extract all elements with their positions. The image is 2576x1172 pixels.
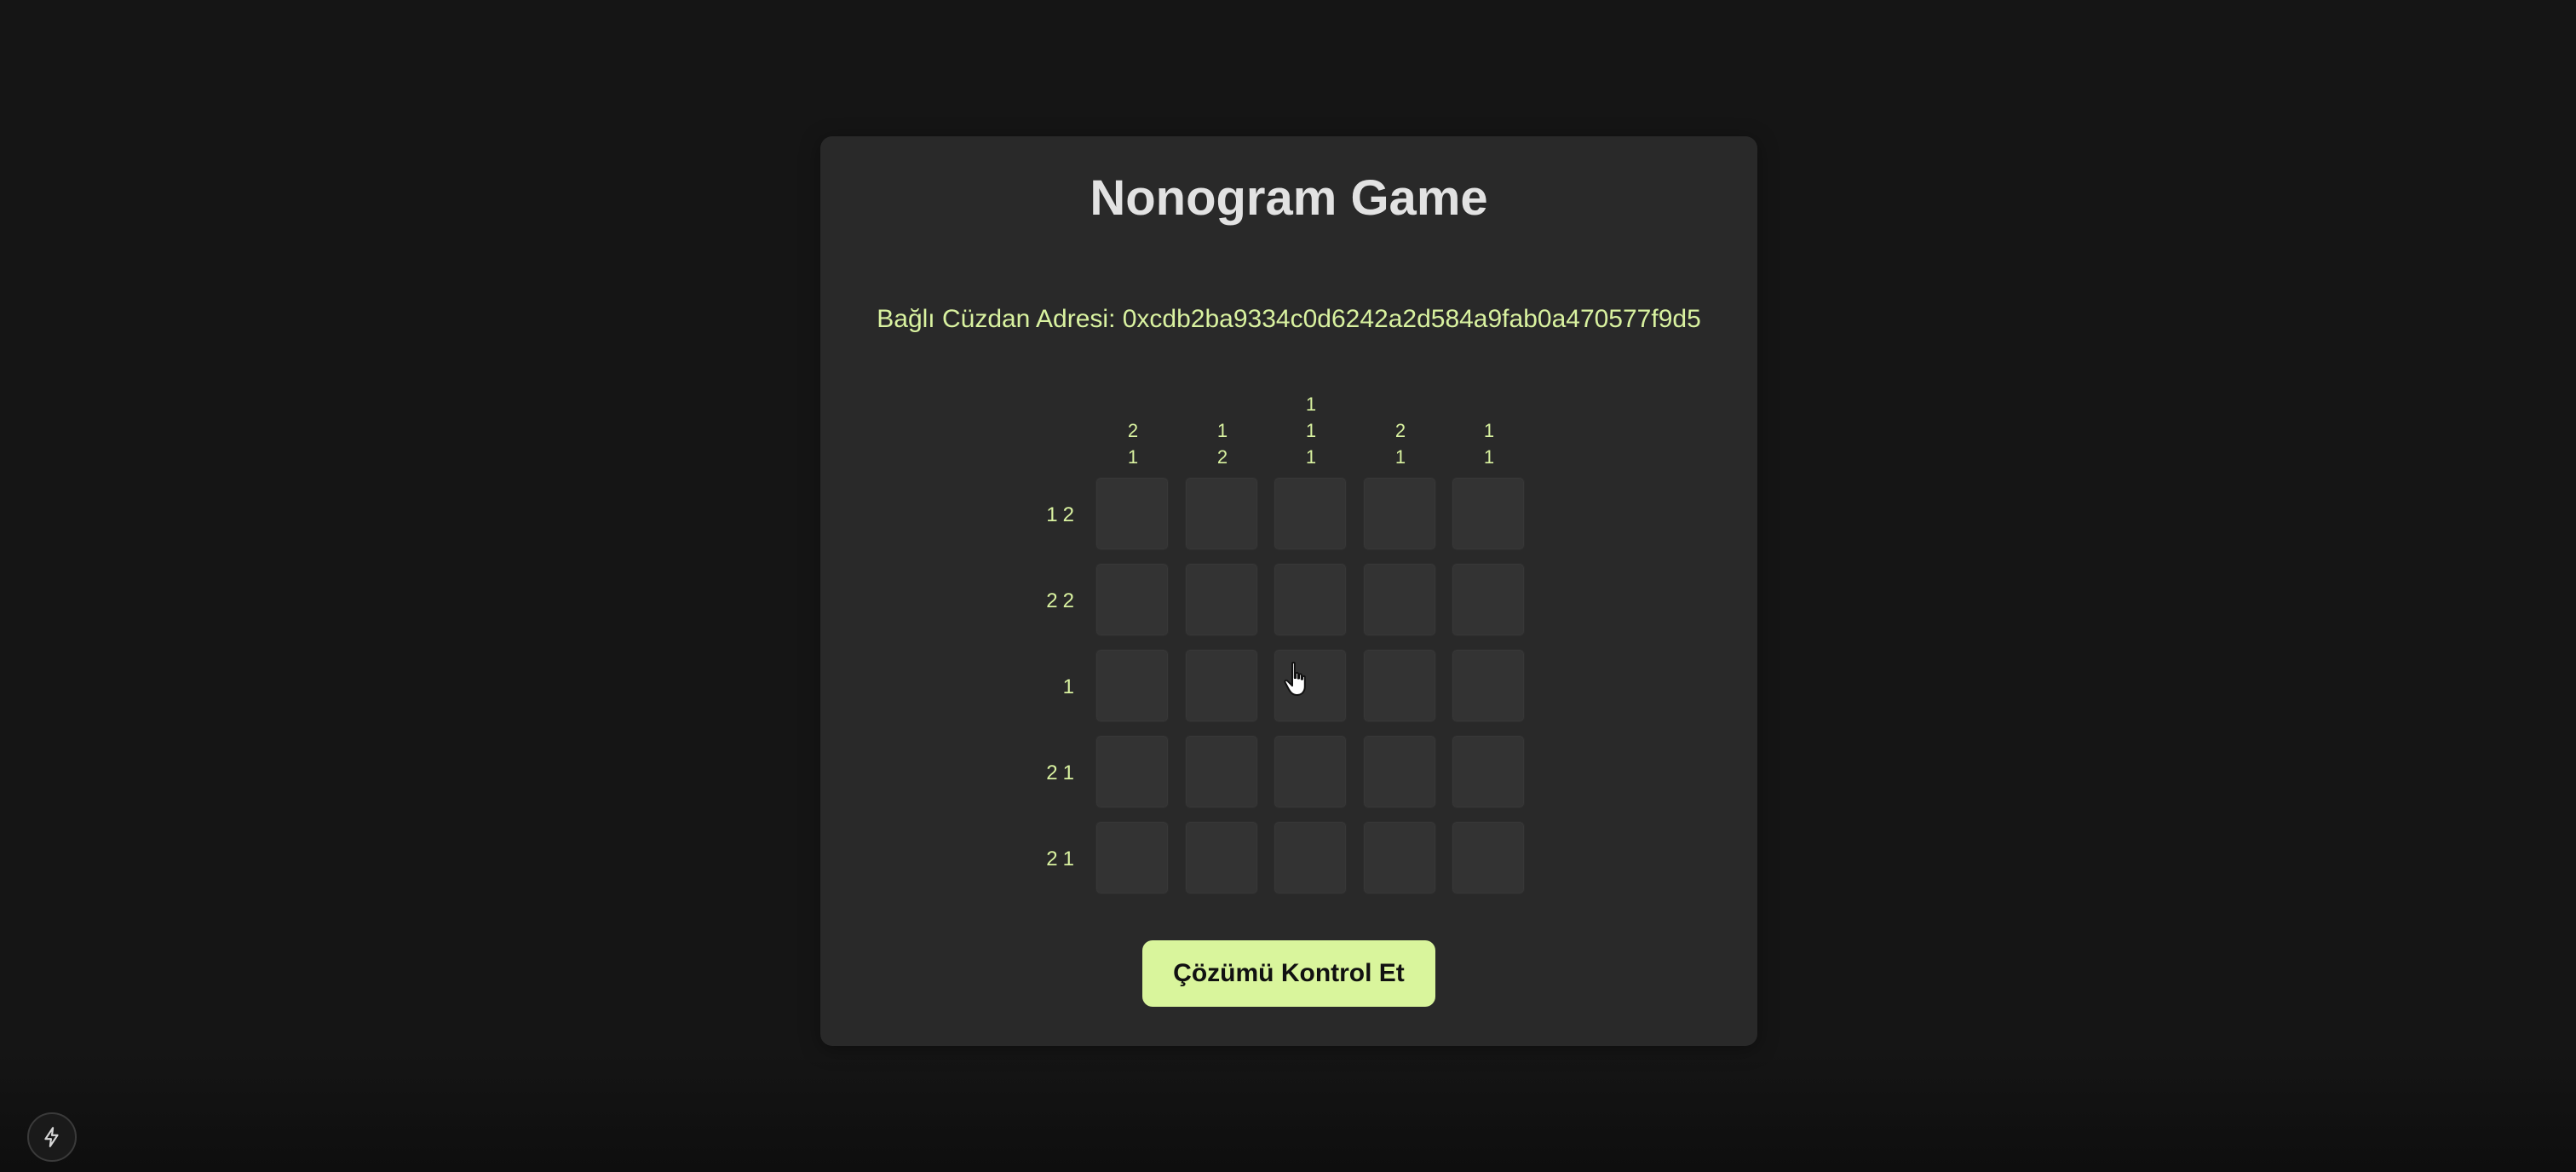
grid-cell[interactable]: [1095, 649, 1169, 722]
grid-cell[interactable]: [1274, 563, 1347, 636]
clue-number: 1: [1483, 446, 1495, 468]
grid-cell[interactable]: [1363, 735, 1436, 808]
lightning-icon: [44, 1127, 59, 1147]
grid-cell[interactable]: [1185, 735, 1258, 808]
clue-number: 2: [1046, 761, 1058, 784]
clue-number: 2: [1046, 847, 1058, 870]
clue-number: 1: [1127, 446, 1139, 468]
grid-cell[interactable]: [1274, 735, 1347, 808]
grid-cell[interactable]: [1452, 477, 1525, 550]
clue-number: 1: [1062, 675, 1074, 698]
grid-cell[interactable]: [1185, 477, 1258, 550]
grid-cell[interactable]: [1095, 735, 1169, 808]
nonogram-board: 21121112111122212121: [820, 136, 1757, 1046]
grid-cell[interactable]: [1452, 821, 1525, 894]
column-clue-1: 21: [1095, 266, 1170, 470]
clue-number: 2: [1127, 420, 1139, 441]
grid-cell[interactable]: [1095, 821, 1169, 894]
column-clue-4: 21: [1363, 266, 1438, 470]
clue-number: 2: [1062, 589, 1074, 612]
clue-number: 1: [1483, 420, 1495, 441]
row-clue-2: 22: [955, 564, 1074, 639]
game-card: Nonogram Game Bağlı Cüzdan Adresi: 0xcdb…: [820, 136, 1757, 1046]
check-solution-button[interactable]: Çözümü Kontrol Et: [1142, 940, 1435, 1007]
grid-cell[interactable]: [1274, 821, 1347, 894]
clue-number: 1: [1046, 503, 1058, 526]
grid-cell[interactable]: [1452, 735, 1525, 808]
clue-number: 2: [1046, 589, 1058, 612]
clue-number: 1: [1305, 394, 1317, 415]
grid-cell[interactable]: [1363, 821, 1436, 894]
clue-number: 1: [1305, 420, 1317, 441]
grid-cell[interactable]: [1452, 563, 1525, 636]
clue-number: 1: [1305, 446, 1317, 468]
column-clue-3: 1 1 1: [1274, 266, 1348, 470]
clue-number: 2: [1394, 420, 1406, 441]
grid-cell[interactable]: [1185, 649, 1258, 722]
clue-number: 1: [1394, 446, 1406, 468]
grid-cell[interactable]: [1185, 821, 1258, 894]
clue-number: 1: [1062, 847, 1074, 870]
row-clue-3: 1: [955, 650, 1074, 725]
clue-number: 2: [1062, 503, 1074, 526]
row-clue-5: 21: [955, 822, 1074, 897]
corner-lightning-button[interactable]: [27, 1112, 77, 1162]
grid-cell[interactable]: [1185, 563, 1258, 636]
grid-cell[interactable]: [1095, 477, 1169, 550]
bottom-shade: [0, 1053, 2576, 1172]
row-clue-1: 12: [955, 478, 1074, 553]
grid-cell[interactable]: [1274, 649, 1347, 722]
column-clue-2: 12: [1185, 266, 1260, 470]
grid-cell[interactable]: [1363, 477, 1436, 550]
clue-number: 1: [1216, 420, 1228, 441]
grid-cell[interactable]: [1452, 649, 1525, 722]
clue-number: 2: [1216, 446, 1228, 468]
grid-cell[interactable]: [1274, 477, 1347, 550]
column-clue-5: 11: [1452, 266, 1527, 470]
clue-number: 1: [1062, 761, 1074, 784]
row-clue-4: 21: [955, 736, 1074, 811]
grid-cell[interactable]: [1363, 649, 1436, 722]
grid-cell[interactable]: [1095, 563, 1169, 636]
grid-cell[interactable]: [1363, 563, 1436, 636]
